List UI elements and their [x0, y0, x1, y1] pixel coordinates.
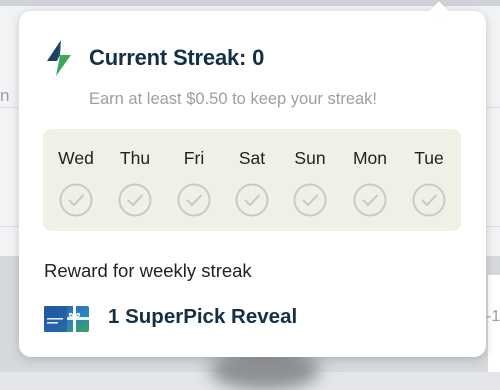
day-wed: Wed — [46, 129, 106, 231]
background-partial-text: n — [0, 86, 10, 105]
day-mon: Mon — [340, 129, 400, 231]
reward-item: 1 SuperPick Reveal — [108, 305, 298, 328]
check-circle-icon — [353, 183, 387, 217]
streak-title: Current Streak: 0 — [89, 45, 265, 70]
day-label: Sat — [238, 148, 266, 168]
day-label: Thu — [119, 148, 151, 168]
check-circle-icon — [412, 183, 446, 217]
day-label: Wed — [58, 148, 94, 168]
streak-popover: Current Streak: 0 Earn at least $0.50 to… — [19, 1, 486, 357]
weekday-tracker: Wed Thu Fri Sat Sun Mon Tue — [43, 129, 461, 231]
streak-subtitle: Earn at least $0.50 to keep your streak! — [89, 90, 378, 108]
check-circle-icon — [177, 183, 211, 217]
day-sun: Sun — [280, 129, 340, 231]
lightning-bolt-icon — [47, 40, 71, 76]
day-label: Sun — [294, 148, 326, 168]
background-partial-text-right: -1 — [486, 308, 500, 325]
day-label: Tue — [414, 148, 444, 168]
day-thu: Thu — [105, 129, 165, 231]
check-circle-icon — [293, 183, 327, 217]
day-fri: Fri — [164, 129, 224, 231]
reward-heading: Reward for weekly streak — [44, 260, 252, 281]
day-sat: Sat — [222, 129, 282, 231]
check-circle-icon — [118, 183, 152, 217]
day-label: Mon — [352, 148, 388, 168]
day-label: Fri — [183, 148, 205, 168]
check-circle-icon — [59, 183, 93, 217]
day-tue: Tue — [399, 129, 459, 231]
check-circle-icon — [235, 183, 269, 217]
gift-card-icon — [44, 306, 89, 332]
